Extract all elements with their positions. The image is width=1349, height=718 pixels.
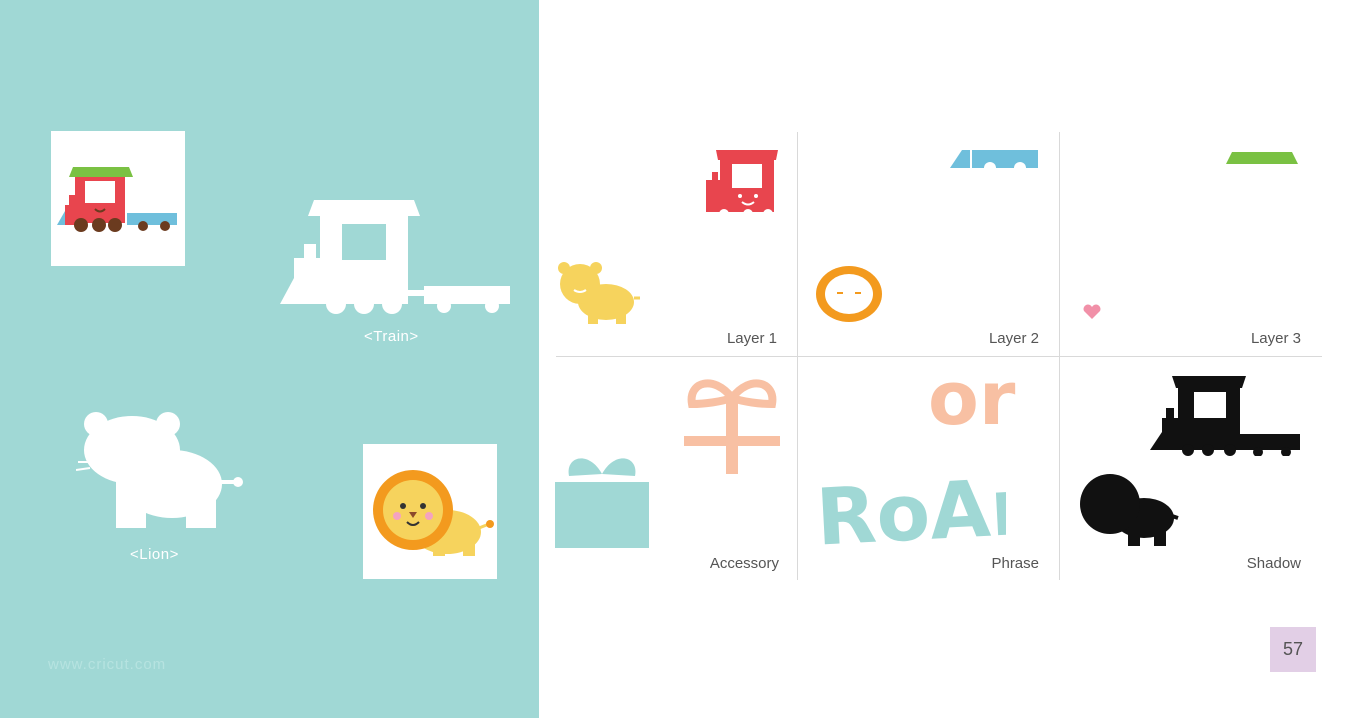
page-number-badge: 57 — [1270, 627, 1316, 672]
train-caption: <Train> — [364, 328, 419, 345]
layer1-lion-icon — [558, 262, 640, 324]
svg-text:RoAr: RoAr — [816, 468, 1006, 548]
train-thumbnail — [51, 131, 185, 266]
layer2-mane-icon — [816, 266, 882, 322]
label-shadow: Shadow — [1246, 555, 1301, 572]
label-layer3: Layer 3 — [1250, 330, 1301, 347]
gift-bow-icon — [684, 379, 780, 474]
watermark: www.cricut.com — [48, 656, 167, 673]
colored-train-icon — [57, 167, 177, 232]
label-layer2: Layer 2 — [988, 330, 1039, 347]
phrase-or-word: or — [928, 366, 1016, 432]
shadow-lion-icon — [1080, 474, 1179, 546]
label-layer1: Layer 1 — [726, 330, 777, 347]
heart-icon — [1083, 304, 1101, 319]
phrase-roar-word: RoAr — [816, 468, 1006, 548]
svg-text:or: or — [928, 366, 1016, 432]
gift-icon — [555, 458, 649, 548]
lion-thumbnail — [363, 444, 497, 579]
layer3-roof-icon — [1226, 152, 1298, 164]
label-phrase: Phrase — [991, 555, 1039, 572]
layer2-train-piece-icon — [950, 150, 1038, 170]
colored-lion-icon — [373, 470, 494, 556]
label-accessory: Accessory — [709, 555, 779, 572]
left-panel: <Train> <Lion> www.cricut.com — [0, 0, 539, 718]
train-silhouette-icon — [280, 200, 510, 314]
lion-silhouette-icon — [76, 412, 243, 528]
lion-caption: <Lion> — [130, 546, 179, 563]
grid-horizontal-divider — [556, 356, 1322, 357]
shadow-train-icon — [1150, 376, 1300, 456]
layer1-train-icon — [706, 150, 778, 218]
